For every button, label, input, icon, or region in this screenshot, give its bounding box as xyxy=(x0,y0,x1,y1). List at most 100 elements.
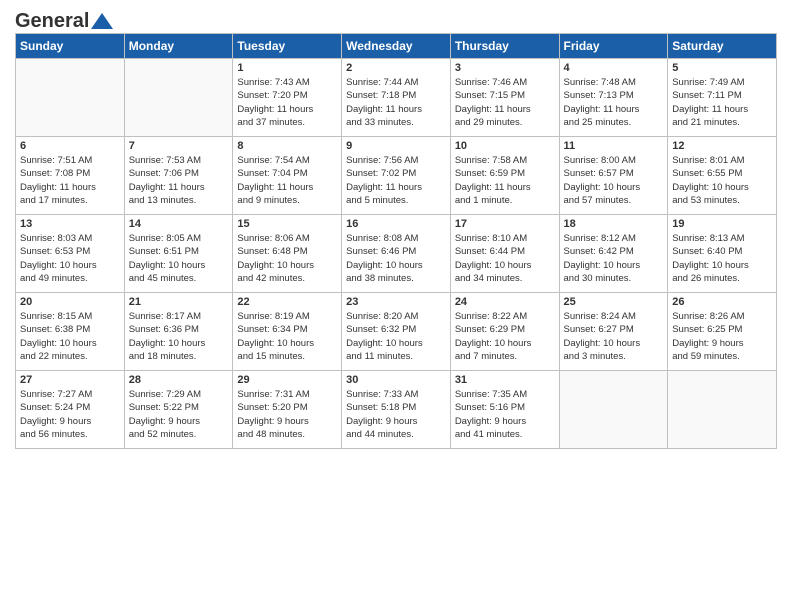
day-number: 3 xyxy=(455,62,555,74)
calendar-cell: 30 Sunrise: 7:33 AM Sunset: 5:18 PM Dayli… xyxy=(342,371,451,449)
calendar-cell: 6 Sunrise: 7:51 AM Sunset: 7:08 PM Daylig… xyxy=(16,137,125,215)
calendar-cell: 16 Sunrise: 8:08 AM Sunset: 6:46 PM Dayli… xyxy=(342,215,451,293)
main-container: General SundayMondayTuesdayWednesdayThur… xyxy=(0,0,792,454)
day-number: 7 xyxy=(129,140,229,152)
calendar-cell: 2Sunrise: 7:44 AM Sunset: 7:18 PM Daylig… xyxy=(342,59,451,137)
day-info: Sunrise: 8:24 AM Sunset: 6:27 PM Dayligh… xyxy=(564,310,664,363)
day-number: 11 xyxy=(564,140,664,152)
day-number: 31 xyxy=(455,374,555,386)
day-info: Sunrise: 8:19 AM Sunset: 6:34 PM Dayligh… xyxy=(237,310,337,363)
day-number: 23 xyxy=(346,296,446,308)
weekday-header-thursday: Thursday xyxy=(450,34,559,59)
calendar-cell: 5 Sunrise: 7:49 AM Sunset: 7:11 PM Daylig… xyxy=(668,59,777,137)
weekday-header-saturday: Saturday xyxy=(668,34,777,59)
day-info: Sunrise: 7:56 AM Sunset: 7:02 PM Dayligh… xyxy=(346,154,446,207)
day-info: Sunrise: 8:12 AM Sunset: 6:42 PM Dayligh… xyxy=(564,232,664,285)
weekday-header-wednesday: Wednesday xyxy=(342,34,451,59)
day-info: Sunrise: 8:06 AM Sunset: 6:48 PM Dayligh… xyxy=(237,232,337,285)
day-info: Sunrise: 8:17 AM Sunset: 6:36 PM Dayligh… xyxy=(129,310,229,363)
calendar-cell: 24 Sunrise: 8:22 AM Sunset: 6:29 PM Dayli… xyxy=(450,293,559,371)
weekday-header-tuesday: Tuesday xyxy=(233,34,342,59)
calendar-cell xyxy=(559,371,668,449)
day-number: 12 xyxy=(672,140,772,152)
calendar-cell: 18 Sunrise: 8:12 AM Sunset: 6:42 PM Dayli… xyxy=(559,215,668,293)
day-info: Sunrise: 8:10 AM Sunset: 6:44 PM Dayligh… xyxy=(455,232,555,285)
weekday-header-sunday: Sunday xyxy=(16,34,125,59)
calendar-cell: 19 Sunrise: 8:13 AM Sunset: 6:40 PM Dayli… xyxy=(668,215,777,293)
calendar-cell xyxy=(124,59,233,137)
day-info: Sunrise: 8:05 AM Sunset: 6:51 PM Dayligh… xyxy=(129,232,229,285)
day-number: 4 xyxy=(564,62,664,74)
calendar-cell: 3 Sunrise: 7:46 AM Sunset: 7:15 PM Daylig… xyxy=(450,59,559,137)
day-info: Sunrise: 7:54 AM Sunset: 7:04 PM Dayligh… xyxy=(237,154,337,207)
day-number: 25 xyxy=(564,296,664,308)
day-info: Sunrise: 8:20 AM Sunset: 6:32 PM Dayligh… xyxy=(346,310,446,363)
calendar-week-row: 1 Sunrise: 7:43 AM Sunset: 7:20 PM Daylig… xyxy=(16,59,777,137)
logo: General xyxy=(15,10,113,29)
calendar-week-row: 20Sunrise: 8:15 AM Sunset: 6:38 PM Dayli… xyxy=(16,293,777,371)
day-info: Sunrise: 7:33 AM Sunset: 5:18 PM Dayligh… xyxy=(346,388,446,441)
day-number: 21 xyxy=(129,296,229,308)
calendar-cell: 4 Sunrise: 7:48 AM Sunset: 7:13 PM Daylig… xyxy=(559,59,668,137)
day-number: 22 xyxy=(237,296,337,308)
day-info: Sunrise: 7:29 AM Sunset: 5:22 PM Dayligh… xyxy=(129,388,229,441)
day-info: Sunrise: 7:31 AM Sunset: 5:20 PM Dayligh… xyxy=(237,388,337,441)
calendar-cell: 14 Sunrise: 8:05 AM Sunset: 6:51 PM Dayli… xyxy=(124,215,233,293)
calendar-cell: 27Sunrise: 7:27 AM Sunset: 5:24 PM Dayli… xyxy=(16,371,125,449)
calendar-week-row: 27Sunrise: 7:27 AM Sunset: 5:24 PM Dayli… xyxy=(16,371,777,449)
logo-icon xyxy=(91,13,113,29)
calendar-cell: 15Sunrise: 8:06 AM Sunset: 6:48 PM Dayli… xyxy=(233,215,342,293)
day-number: 17 xyxy=(455,218,555,230)
day-info: Sunrise: 7:43 AM Sunset: 7:20 PM Dayligh… xyxy=(237,76,337,129)
day-number: 14 xyxy=(129,218,229,230)
day-number: 8 xyxy=(237,140,337,152)
calendar-cell: 23 Sunrise: 8:20 AM Sunset: 6:32 PM Dayli… xyxy=(342,293,451,371)
day-number: 24 xyxy=(455,296,555,308)
calendar-cell: 11 Sunrise: 8:00 AM Sunset: 6:57 PM Dayli… xyxy=(559,137,668,215)
day-info: Sunrise: 7:35 AM Sunset: 5:16 PM Dayligh… xyxy=(455,388,555,441)
weekday-header-friday: Friday xyxy=(559,34,668,59)
calendar-cell: 10Sunrise: 7:58 AM Sunset: 6:59 PM Dayli… xyxy=(450,137,559,215)
day-info: Sunrise: 7:58 AM Sunset: 6:59 PM Dayligh… xyxy=(455,154,555,207)
day-number: 5 xyxy=(672,62,772,74)
day-number: 20 xyxy=(20,296,120,308)
day-number: 18 xyxy=(564,218,664,230)
calendar-cell: 1 Sunrise: 7:43 AM Sunset: 7:20 PM Daylig… xyxy=(233,59,342,137)
day-info: Sunrise: 7:51 AM Sunset: 7:08 PM Dayligh… xyxy=(20,154,120,207)
calendar-cell xyxy=(668,371,777,449)
day-number: 30 xyxy=(346,374,446,386)
day-number: 6 xyxy=(20,140,120,152)
day-info: Sunrise: 7:49 AM Sunset: 7:11 PM Dayligh… xyxy=(672,76,772,129)
day-info: Sunrise: 7:46 AM Sunset: 7:15 PM Dayligh… xyxy=(455,76,555,129)
calendar-cell: 26Sunrise: 8:26 AM Sunset: 6:25 PM Dayli… xyxy=(668,293,777,371)
calendar-header-row: SundayMondayTuesdayWednesdayThursdayFrid… xyxy=(16,34,777,59)
day-number: 29 xyxy=(237,374,337,386)
day-number: 19 xyxy=(672,218,772,230)
calendar-cell: 29 Sunrise: 7:31 AM Sunset: 5:20 PM Dayli… xyxy=(233,371,342,449)
calendar-cell: 20Sunrise: 8:15 AM Sunset: 6:38 PM Dayli… xyxy=(16,293,125,371)
calendar-cell: 17 Sunrise: 8:10 AM Sunset: 6:44 PM Dayli… xyxy=(450,215,559,293)
calendar-cell: 8 Sunrise: 7:54 AM Sunset: 7:04 PM Daylig… xyxy=(233,137,342,215)
calendar-cell: 12Sunrise: 8:01 AM Sunset: 6:55 PM Dayli… xyxy=(668,137,777,215)
calendar-cell: 7Sunrise: 7:53 AM Sunset: 7:06 PM Daylig… xyxy=(124,137,233,215)
day-number: 28 xyxy=(129,374,229,386)
day-info: Sunrise: 8:08 AM Sunset: 6:46 PM Dayligh… xyxy=(346,232,446,285)
day-number: 13 xyxy=(20,218,120,230)
day-number: 16 xyxy=(346,218,446,230)
calendar-week-row: 6 Sunrise: 7:51 AM Sunset: 7:08 PM Daylig… xyxy=(16,137,777,215)
day-info: Sunrise: 8:13 AM Sunset: 6:40 PM Dayligh… xyxy=(672,232,772,285)
logo-general: General xyxy=(15,10,89,33)
calendar-cell: 31 Sunrise: 7:35 AM Sunset: 5:16 PM Dayli… xyxy=(450,371,559,449)
day-number: 1 xyxy=(237,62,337,74)
calendar-cell: 25 Sunrise: 8:24 AM Sunset: 6:27 PM Dayli… xyxy=(559,293,668,371)
day-info: Sunrise: 8:26 AM Sunset: 6:25 PM Dayligh… xyxy=(672,310,772,363)
day-info: Sunrise: 7:44 AM Sunset: 7:18 PM Dayligh… xyxy=(346,76,446,129)
day-info: Sunrise: 8:03 AM Sunset: 6:53 PM Dayligh… xyxy=(20,232,120,285)
day-info: Sunrise: 8:00 AM Sunset: 6:57 PM Dayligh… xyxy=(564,154,664,207)
day-number: 27 xyxy=(20,374,120,386)
calendar-table: SundayMondayTuesdayWednesdayThursdayFrid… xyxy=(15,33,777,449)
calendar-cell xyxy=(16,59,125,137)
day-info: Sunrise: 8:22 AM Sunset: 6:29 PM Dayligh… xyxy=(455,310,555,363)
day-info: Sunrise: 7:48 AM Sunset: 7:13 PM Dayligh… xyxy=(564,76,664,129)
weekday-header-monday: Monday xyxy=(124,34,233,59)
